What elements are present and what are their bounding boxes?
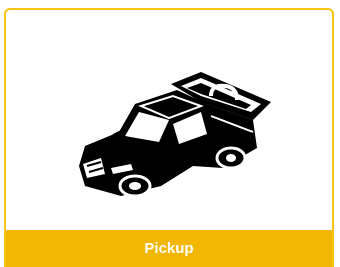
vehicle-label-bar: Pickup — [6, 230, 332, 267]
pickup-truck-icon — [79, 72, 271, 196]
vehicle-label: Pickup — [144, 240, 194, 257]
vehicle-illustration — [6, 10, 332, 232]
vehicle-option-card-pickup[interactable]: Pickup — [4, 8, 334, 267]
